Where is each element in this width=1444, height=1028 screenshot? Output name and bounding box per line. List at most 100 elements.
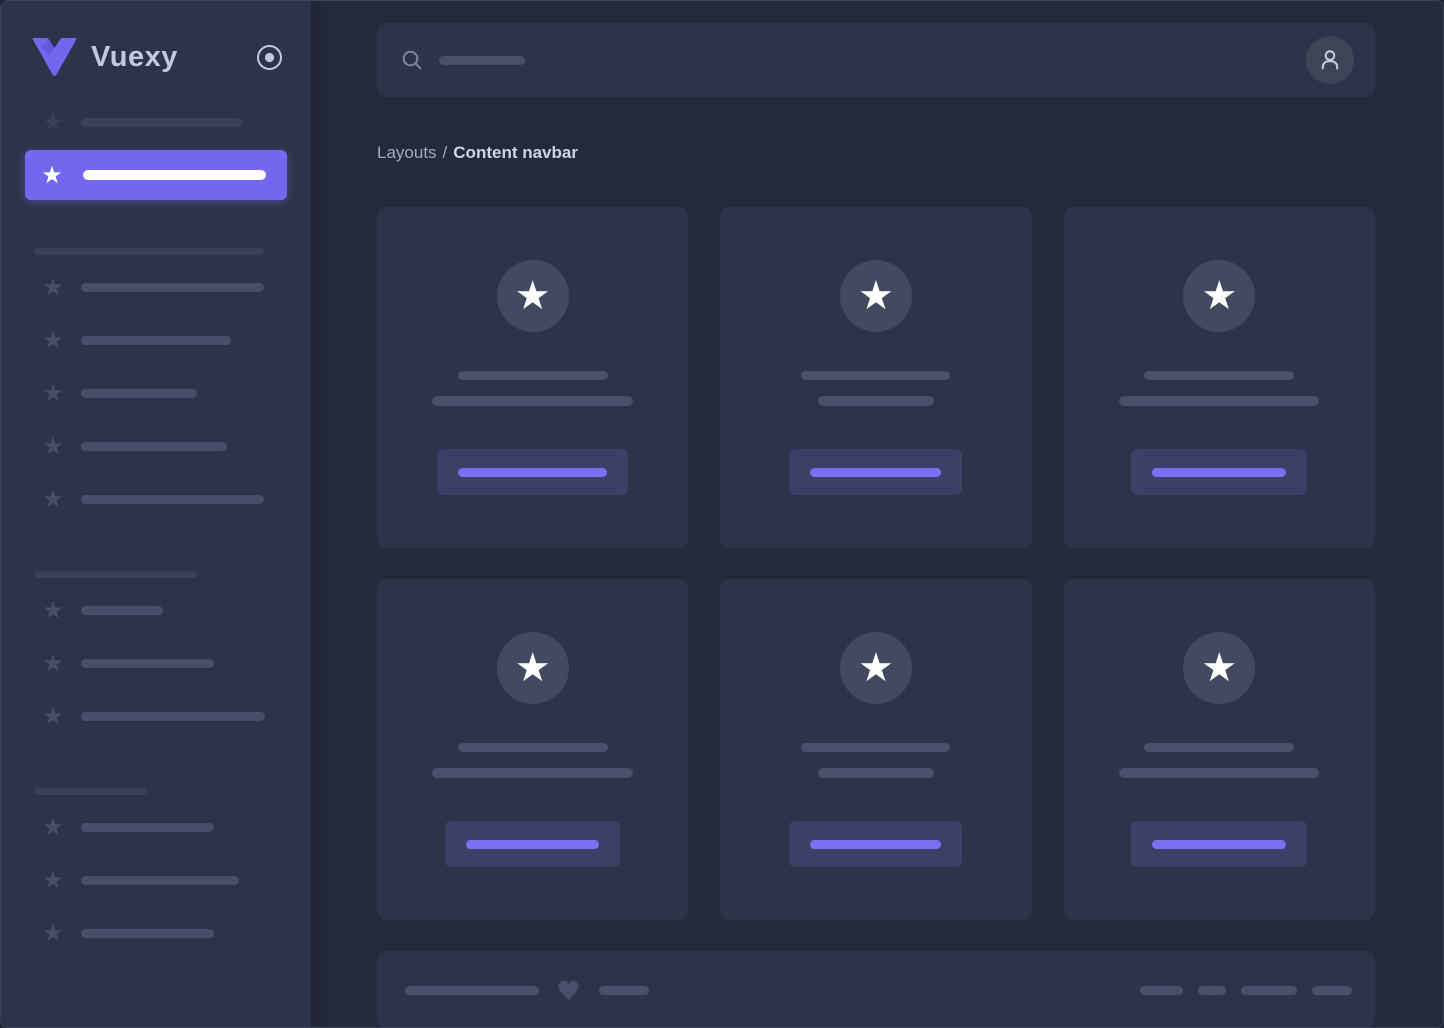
button-label-placeholder xyxy=(810,840,941,849)
top-navbar xyxy=(377,23,1375,97)
card-title-placeholder xyxy=(1144,743,1294,752)
sidebar-menu-item[interactable]: ★ xyxy=(41,920,311,946)
card-star-badge: ★ xyxy=(1183,632,1255,704)
star-icon: ★ xyxy=(41,109,65,135)
heart-icon xyxy=(556,978,581,1003)
menu-label-placeholder xyxy=(81,336,231,345)
sidebar-item-active[interactable]: ★ xyxy=(25,150,287,200)
demo-card: ★ xyxy=(720,207,1031,548)
app-title: Vuexy xyxy=(91,41,178,74)
sidebar-section-header-placeholder xyxy=(34,248,264,255)
app-root: Vuexy ★ ★ ★ ★ ★ ★ xyxy=(0,0,1444,1028)
footer-link-placeholder xyxy=(1312,986,1352,995)
search-icon xyxy=(401,49,423,71)
page-footer xyxy=(377,951,1375,1028)
star-icon: ★ xyxy=(515,648,551,688)
footer-link-placeholder xyxy=(1198,986,1226,995)
star-icon: ★ xyxy=(1201,276,1237,316)
sidebar-menu-item[interactable]: ★ xyxy=(41,597,311,623)
menu-label-placeholder xyxy=(81,606,163,615)
sidebar-menu-item[interactable]: ★ xyxy=(41,867,311,893)
sidebar-menu-item[interactable]: ★ xyxy=(41,650,311,676)
footer-copyright xyxy=(405,978,649,1003)
star-icon: ★ xyxy=(41,920,65,946)
logo-row: Vuexy xyxy=(31,35,283,79)
star-icon: ★ xyxy=(858,648,894,688)
card-star-badge: ★ xyxy=(1183,260,1255,332)
card-action-button[interactable] xyxy=(1131,449,1307,495)
card-subtitle-placeholder xyxy=(1119,768,1319,778)
footer-link-placeholder xyxy=(1241,986,1297,995)
star-icon: ★ xyxy=(41,433,65,459)
star-icon: ★ xyxy=(41,703,65,729)
sidebar-menu-item[interactable]: ★ xyxy=(41,380,311,406)
star-icon: ★ xyxy=(41,814,65,840)
button-label-placeholder xyxy=(458,468,607,477)
footer-links xyxy=(1140,986,1352,995)
card-subtitle-placeholder xyxy=(432,768,633,778)
card-action-button[interactable] xyxy=(445,821,620,867)
card-subtitle-placeholder xyxy=(818,768,934,778)
sidebar-menu-item[interactable]: ★ xyxy=(41,327,311,353)
menu-label-placeholder xyxy=(81,118,243,127)
sidebar-menu-item[interactable]: ★ xyxy=(41,486,311,512)
footer-text-placeholder xyxy=(405,986,539,995)
sidebar-menu-item[interactable]: ★ xyxy=(41,274,311,300)
radio-circle-icon[interactable] xyxy=(256,44,283,71)
breadcrumb-current: Content navbar xyxy=(453,143,578,162)
demo-card: ★ xyxy=(1064,207,1375,548)
menu-label-placeholder xyxy=(81,659,214,668)
cards-grid: ★ ★ ★ ★ ★ xyxy=(377,207,1375,920)
card-star-badge: ★ xyxy=(497,632,569,704)
card-action-button[interactable] xyxy=(789,449,962,495)
button-label-placeholder xyxy=(1152,840,1286,849)
menu-label-placeholder xyxy=(81,442,227,451)
demo-card: ★ xyxy=(377,207,688,548)
sidebar-menu-item[interactable]: ★ xyxy=(41,814,311,840)
button-label-placeholder xyxy=(810,468,941,477)
vuexy-logo-icon xyxy=(31,38,78,76)
star-icon: ★ xyxy=(41,274,65,300)
card-subtitle-placeholder xyxy=(1119,396,1319,406)
sidebar-menu-item[interactable]: ★ xyxy=(41,703,311,729)
card-star-badge: ★ xyxy=(497,260,569,332)
sidebar-menu-item[interactable]: ★ xyxy=(41,433,311,459)
sidebar-menu: ★ ★ ★ ★ ★ ★ ★ ★ ★ ★ ★ ★ xyxy=(1,109,311,946)
star-icon: ★ xyxy=(41,380,65,406)
person-icon xyxy=(1317,47,1343,73)
button-label-placeholder xyxy=(466,840,599,849)
star-icon: ★ xyxy=(41,327,65,353)
card-title-placeholder xyxy=(458,371,608,380)
menu-label-placeholder xyxy=(81,876,239,885)
star-icon: ★ xyxy=(515,276,551,316)
sidebar-item-ghost[interactable]: ★ xyxy=(41,109,311,135)
star-icon: ★ xyxy=(41,597,65,623)
content-area: Layouts / Content navbar ★ ★ ★ xyxy=(311,1,1443,1027)
card-action-button[interactable] xyxy=(1131,821,1307,867)
card-title-placeholder xyxy=(801,743,950,752)
menu-label-placeholder xyxy=(83,170,266,180)
star-icon: ★ xyxy=(40,162,64,188)
star-icon: ★ xyxy=(41,486,65,512)
demo-card: ★ xyxy=(377,579,688,920)
sidebar-section-header-placeholder xyxy=(34,788,147,795)
user-avatar[interactable] xyxy=(1306,36,1354,84)
menu-label-placeholder xyxy=(81,712,265,721)
menu-label-placeholder xyxy=(81,283,264,292)
card-title-placeholder xyxy=(1144,371,1294,380)
demo-card: ★ xyxy=(1064,579,1375,920)
menu-label-placeholder xyxy=(81,389,197,398)
breadcrumb-parent[interactable]: Layouts xyxy=(377,143,437,162)
card-star-badge: ★ xyxy=(840,632,912,704)
sidebar: Vuexy ★ ★ ★ ★ ★ ★ xyxy=(1,1,311,1027)
card-star-badge: ★ xyxy=(840,260,912,332)
card-title-placeholder xyxy=(801,371,950,380)
card-action-button[interactable] xyxy=(789,821,962,867)
demo-card: ★ xyxy=(720,579,1031,920)
search-input[interactable] xyxy=(401,49,1306,71)
menu-label-placeholder xyxy=(81,929,214,938)
breadcrumb: Layouts / Content navbar xyxy=(377,143,1375,165)
card-action-button[interactable] xyxy=(437,449,628,495)
breadcrumb-separator: / xyxy=(443,143,448,162)
menu-label-placeholder xyxy=(81,495,264,504)
